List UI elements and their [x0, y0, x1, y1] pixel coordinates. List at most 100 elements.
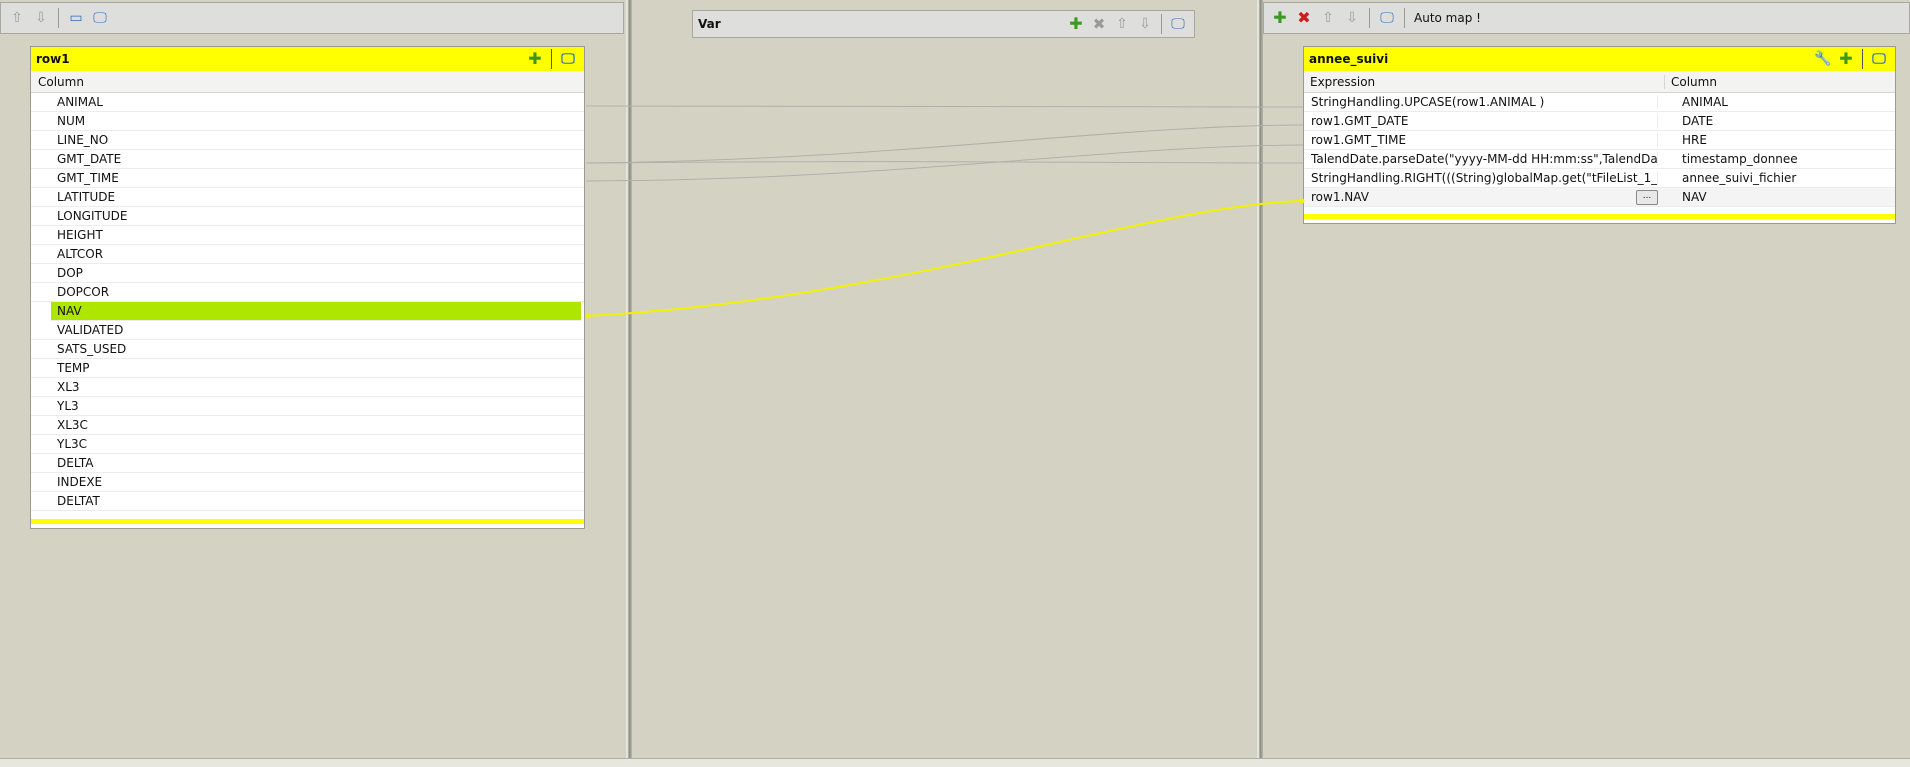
input-row-label: INDEXE [57, 475, 103, 489]
expression-cell[interactable]: row1.NAV [1304, 190, 1658, 204]
input-row[interactable]: YL3 [31, 397, 584, 416]
output-column-cell[interactable]: timestamp_donnee [1658, 152, 1798, 166]
add-column-icon[interactable]: ✚ [525, 49, 545, 69]
input-row[interactable]: ALTCOR [31, 245, 584, 264]
input-row[interactable]: INDEXE [31, 473, 584, 492]
wrench-icon[interactable]: 🔧 [1813, 49, 1833, 69]
input-row[interactable]: LONGITUDE [31, 207, 584, 226]
input-table-header: row1 ✚ 🖵 [31, 47, 584, 71]
input-row[interactable]: ANIMAL [31, 93, 584, 112]
input-row-label: DELTAT [57, 494, 100, 508]
input-row[interactable]: GMT_DATE [31, 150, 584, 169]
output-rows: StringHandling.UPCASE(row1.ANIMAL ) ANIMA… [1304, 93, 1895, 207]
input-row-label: YL3 [57, 399, 79, 413]
monitor-icon[interactable]: 🖵 [1869, 49, 1889, 69]
arrow-up-icon[interactable]: ⇧ [7, 8, 27, 28]
arrow-up-icon[interactable]: ⇧ [1318, 8, 1338, 28]
output-toolbar: ✚ ✖ ⇧ ⇩ 🖵 Auto map ! [1263, 2, 1910, 34]
right-splitter[interactable] [1256, 0, 1263, 766]
expression-cell[interactable]: TalendDate.parseDate("yyyy-MM-dd HH:mm:s… [1304, 152, 1658, 166]
window-icon[interactable]: ▭ [66, 8, 86, 28]
input-row[interactable]: HEIGHT [31, 226, 584, 245]
output-row[interactable]: row1.NAV NAV... [1304, 188, 1895, 207]
monitor-icon[interactable]: 🖵 [558, 49, 578, 69]
link-animal [585, 105, 1304, 108]
output-row[interactable]: row1.GMT_TIME HRE [1304, 131, 1895, 150]
input-row[interactable]: XL3C [31, 416, 584, 435]
output-column-cell[interactable]: NAV [1658, 190, 1707, 204]
input-row[interactable]: NUM [31, 112, 584, 131]
output-table-footer-bar [1304, 214, 1895, 219]
arrow-up-icon[interactable]: ⇧ [1112, 14, 1132, 34]
output-column-cell[interactable]: HRE [1658, 133, 1707, 147]
output-row[interactable]: StringHandling.RIGHT(((String)globalMap.… [1304, 169, 1895, 188]
output-row[interactable]: StringHandling.UPCASE(row1.ANIMAL ) ANIMA… [1304, 93, 1895, 112]
input-row-label: DOP [57, 266, 83, 280]
add-column-icon[interactable]: ✚ [1836, 49, 1856, 69]
output-row[interactable]: TalendDate.parseDate("yyyy-MM-dd HH:mm:s… [1304, 150, 1895, 169]
input-row-label: DOPCOR [57, 285, 110, 299]
expression-edit-button[interactable]: ... [1636, 190, 1658, 205]
toolbar-separator [58, 8, 59, 28]
input-row[interactable]: YL3C [31, 435, 584, 454]
arrow-down-icon[interactable]: ⇩ [1342, 8, 1362, 28]
input-table-title: row1 [36, 52, 70, 66]
input-row[interactable]: XL3 [31, 378, 584, 397]
input-row[interactable]: DELTAT [31, 492, 584, 511]
output-column-cell[interactable]: ANIMAL [1658, 95, 1728, 109]
link-nav-start-dot [585, 313, 591, 319]
output-row[interactable]: row1.GMT_DATE DATE [1304, 112, 1895, 131]
expression-cell[interactable]: StringHandling.UPCASE(row1.ANIMAL ) [1304, 95, 1658, 109]
input-toolbar: ⇧ ⇩ ▭ 🖵 [0, 2, 624, 34]
input-column-header[interactable]: Column [31, 71, 584, 93]
toolbar-separator [1161, 14, 1162, 34]
input-row[interactable]: DELTA [31, 454, 584, 473]
input-row-label: XL3 [57, 380, 80, 394]
monitor-icon[interactable]: 🖵 [1168, 14, 1188, 34]
output-column-cell[interactable]: annee_suivi_fichier [1658, 171, 1796, 185]
link-nav [585, 200, 1304, 317]
input-table-panel: row1 ✚ 🖵 Column ANIMAL NUM LINE_NO GMT_DATE… [30, 46, 585, 529]
input-row-label: XL3C [57, 418, 88, 432]
input-row[interactable]: DOP [31, 264, 584, 283]
input-row[interactable]: VALIDATED [31, 321, 584, 340]
left-splitter[interactable] [625, 0, 632, 766]
remove-icon[interactable]: ✖ [1294, 8, 1314, 28]
input-row[interactable]: DOPCOR [31, 283, 584, 302]
monitor-icon[interactable]: 🖵 [90, 8, 110, 28]
input-row-label: ANIMAL [57, 95, 103, 109]
input-row-label: DELTA [57, 456, 94, 470]
arrow-down-icon[interactable]: ⇩ [1135, 14, 1155, 34]
expression-cell[interactable]: row1.GMT_TIME [1304, 133, 1658, 147]
var-panel-title: Var [698, 17, 721, 31]
input-row-label: GMT_TIME [57, 171, 119, 185]
input-row[interactable]: SATS_USED [31, 340, 584, 359]
link-gmt-date [585, 124, 1304, 164]
add-icon[interactable]: ✚ [1270, 8, 1290, 28]
expression-cell[interactable]: row1.GMT_DATE [1304, 114, 1658, 128]
toolbar-separator [551, 49, 552, 69]
link-gmt-date-2 [585, 161, 1304, 164]
monitor-icon[interactable]: 🖵 [1377, 8, 1397, 28]
expression-cell[interactable]: StringHandling.RIGHT(((String)globalMap.… [1304, 171, 1658, 185]
input-row-label: SATS_USED [57, 342, 127, 356]
auto-map-button[interactable]: Auto map ! [1412, 11, 1481, 25]
add-icon[interactable]: ✚ [1066, 14, 1086, 34]
remove-icon[interactable]: ✖ [1089, 14, 1109, 34]
input-row[interactable]: GMT_TIME [31, 169, 584, 188]
input-row-label: LONGITUDE [57, 209, 128, 223]
input-row[interactable]: LINE_NO [31, 131, 584, 150]
expression-header[interactable]: Expression [1304, 74, 1665, 89]
input-row-label: VALIDATED [57, 323, 124, 337]
input-row[interactable]: LATITUDE [31, 188, 584, 207]
arrow-down-icon[interactable]: ⇩ [31, 8, 51, 28]
output-column-cell[interactable]: DATE [1658, 114, 1713, 128]
input-row[interactable]: NAV [51, 302, 581, 321]
toolbar-separator [1369, 8, 1370, 28]
toolbar-separator [1404, 8, 1405, 28]
input-row-label: GMT_DATE [57, 152, 122, 166]
column-header[interactable]: Column [1665, 75, 1717, 89]
output-column-header: Expression Column [1304, 71, 1895, 93]
input-row[interactable]: TEMP [31, 359, 584, 378]
input-row-label: LINE_NO [57, 133, 109, 147]
